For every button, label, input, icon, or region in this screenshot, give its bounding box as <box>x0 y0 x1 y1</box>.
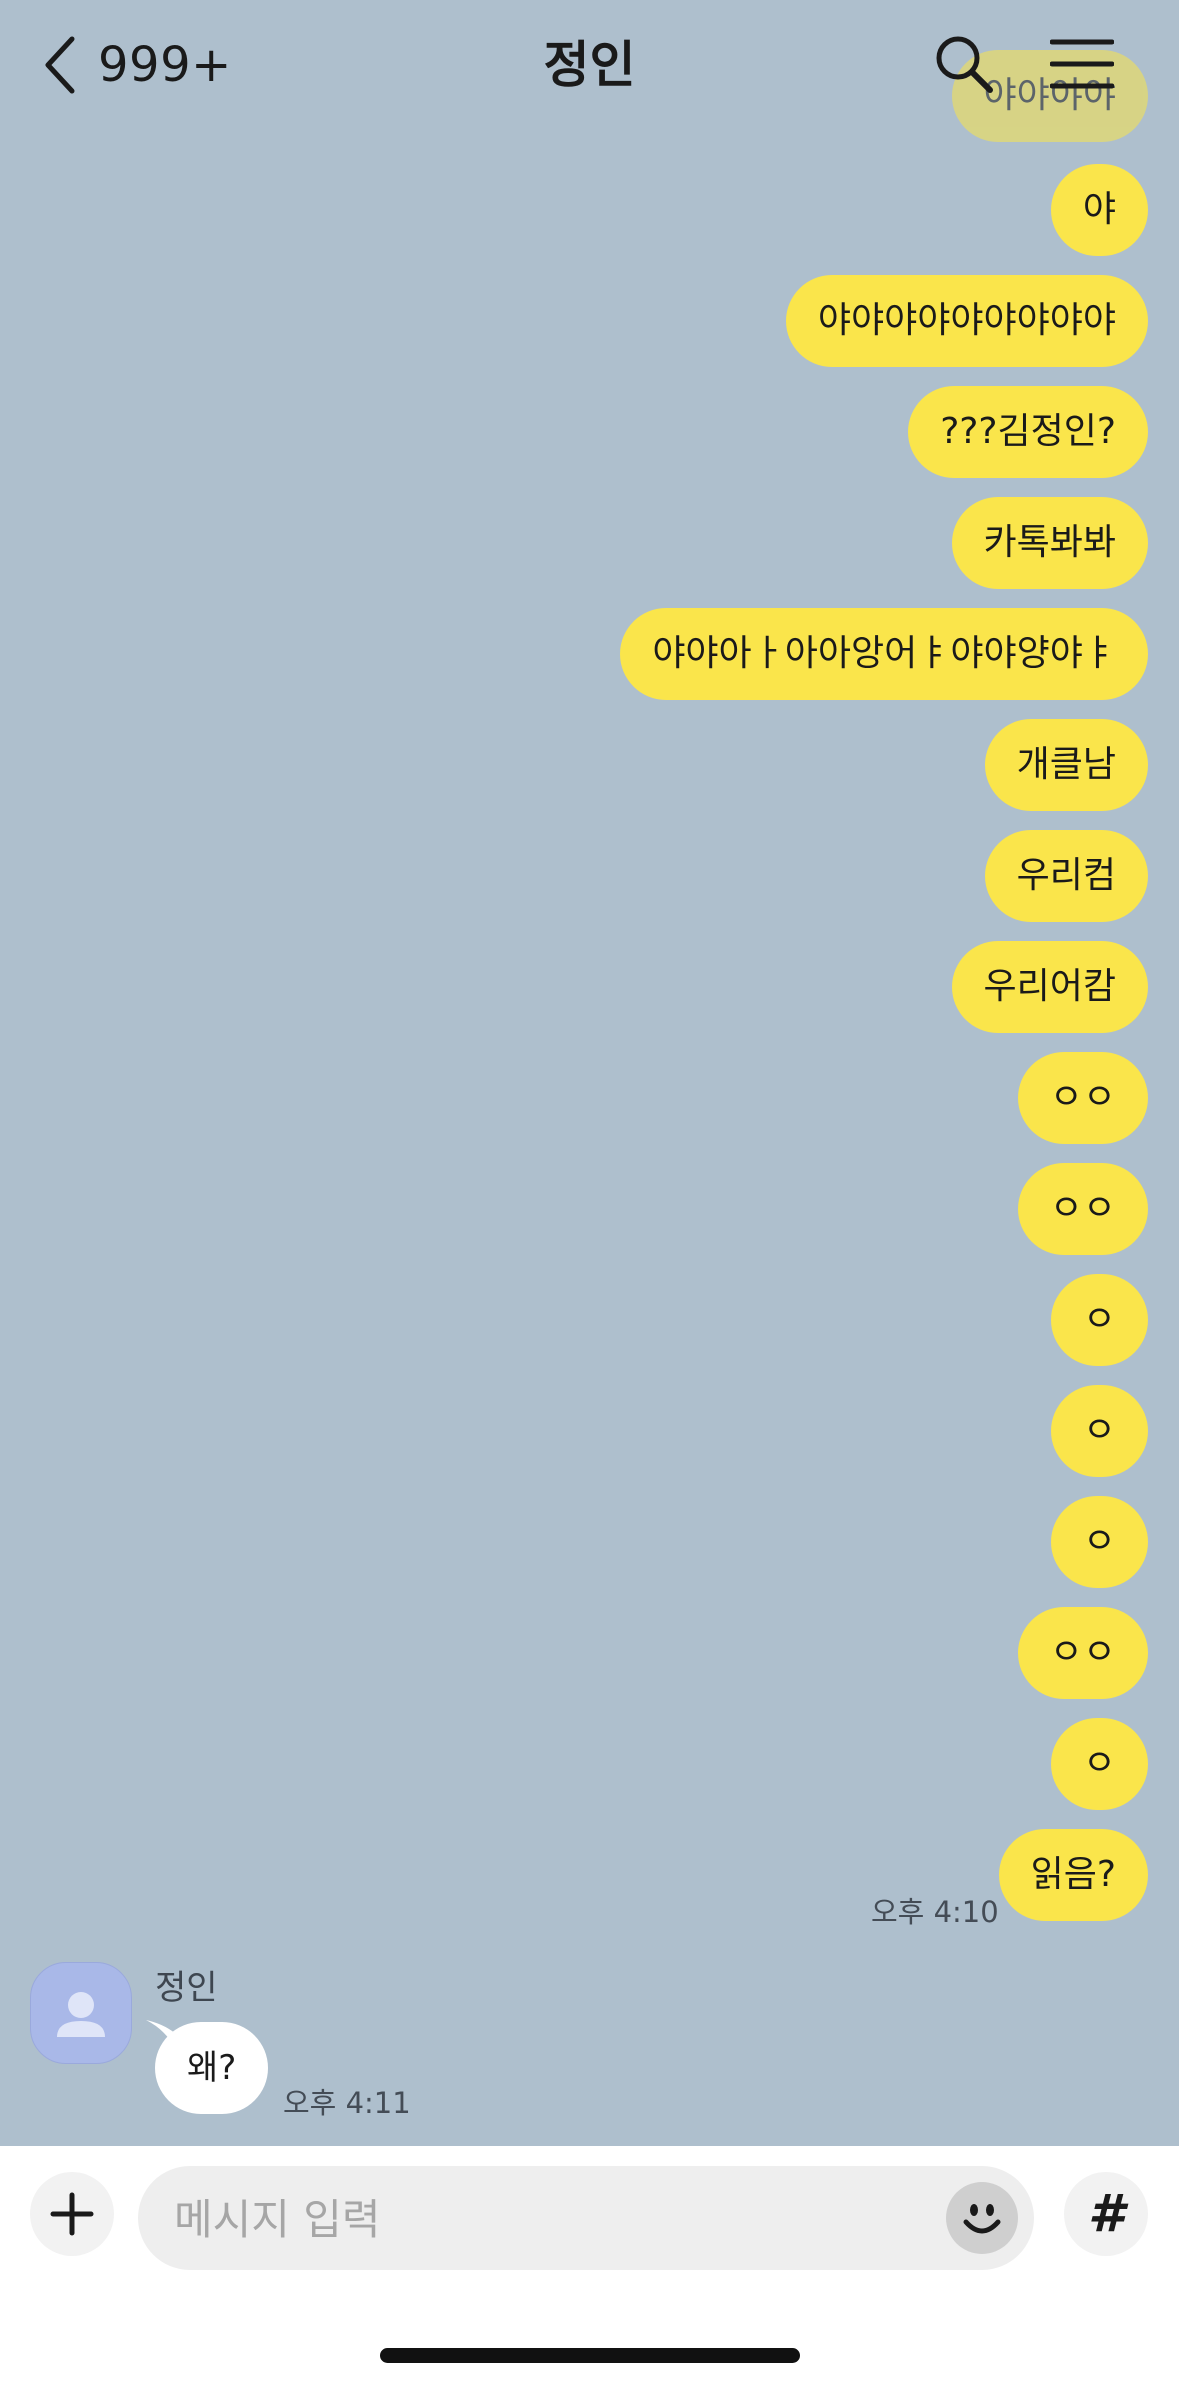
outgoing-message[interactable]: 우리어캄 <box>951 941 1148 1033</box>
hamburger-menu-icon[interactable] <box>1050 34 1114 94</box>
composer-bar: # <box>0 2146 1179 2393</box>
outgoing-message[interactable]: ㅇㅇ <box>1017 1163 1148 1255</box>
outgoing-message[interactable]: ㅇ <box>1050 1718 1148 1810</box>
incoming-message[interactable]: 왜? <box>155 2022 269 2114</box>
outgoing-message[interactable]: 읽음? <box>998 1829 1148 1921</box>
attach-button[interactable] <box>30 2172 114 2256</box>
outgoing-message[interactable]: 개클남 <box>984 719 1148 811</box>
outgoing-message[interactable]: 야야아ㅏ아아앙어ㅑ야야양야ㅑ <box>620 608 1148 700</box>
emoji-button[interactable] <box>946 2182 1018 2254</box>
incoming-timestamp: 오후 4:11 <box>283 2086 411 2120</box>
person-icon <box>57 1992 105 2037</box>
outgoing-message[interactable]: ㅇ <box>1050 1385 1148 1477</box>
message-list[interactable]: 야야야야 야 야야야야야야야야야 ???김정인? 카톡봐봐 야야아ㅏ아아앙어ㅑ야… <box>0 0 1179 2146</box>
message-field[interactable] <box>138 2166 1034 2272</box>
search-icon[interactable] <box>932 32 996 96</box>
outgoing-message[interactable]: ㅇㅇ <box>1017 1052 1148 1144</box>
chat-header: 999+ 정인 <box>0 0 1179 130</box>
outgoing-message[interactable]: ???김정인? <box>908 386 1148 478</box>
outgoing-message[interactable]: ㅇㅇ <box>1017 1607 1148 1699</box>
chat-title: 정인 <box>543 36 636 94</box>
sender-name: 정인 <box>155 1968 218 2008</box>
smiley-icon <box>963 2204 1001 2234</box>
home-indicator <box>380 2348 800 2363</box>
outgoing-message[interactable]: ㅇ <box>1050 1274 1148 1366</box>
plus-icon <box>50 2192 94 2236</box>
message-input[interactable] <box>172 2166 916 2272</box>
avatar[interactable] <box>30 1962 132 2064</box>
hashtag-button[interactable]: # <box>1064 2172 1148 2256</box>
outgoing-message[interactable]: 카톡봐봐 <box>951 497 1148 589</box>
outgoing-timestamp: 오후 4:10 <box>871 1895 999 1929</box>
outgoing-message[interactable]: 야야야야야야야야야 <box>785 275 1148 367</box>
outgoing-message[interactable]: 야 <box>1050 164 1148 256</box>
outgoing-message[interactable]: ㅇ <box>1050 1496 1148 1588</box>
outgoing-message[interactable]: 우리컴 <box>984 830 1148 922</box>
